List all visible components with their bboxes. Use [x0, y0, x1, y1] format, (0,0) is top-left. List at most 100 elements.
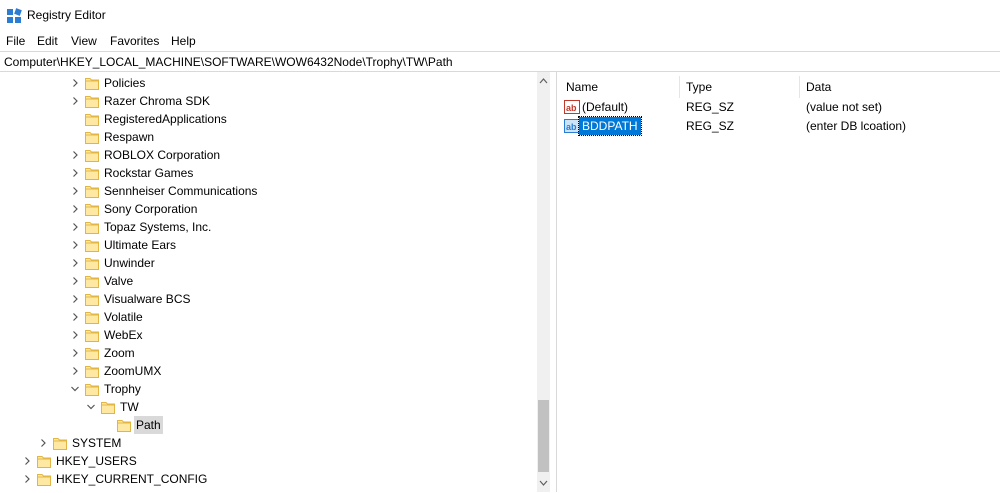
- tree-item-label: Path: [134, 416, 163, 434]
- chevron-right-icon[interactable]: [70, 254, 80, 272]
- chevron-right-icon[interactable]: [22, 452, 32, 470]
- chevron-right-icon[interactable]: [70, 200, 80, 218]
- tree-item[interactable]: Policies: [0, 74, 530, 92]
- column-header-type[interactable]: Type: [686, 76, 712, 98]
- menu-bar: File Edit View Favorites Help: [0, 32, 1002, 50]
- chevron-right-icon[interactable]: [70, 182, 80, 200]
- tree-item[interactable]: Path: [0, 416, 530, 434]
- column-divider[interactable]: [799, 76, 800, 98]
- tree-item-label: Visualware BCS: [104, 292, 191, 306]
- tree-item-label: HKEY_CURRENT_CONFIG: [56, 472, 208, 486]
- tree-item[interactable]: HKEY_USERS: [0, 452, 530, 470]
- tree-item[interactable]: TW: [0, 398, 530, 416]
- tree-item[interactable]: HKEY_CURRENT_CONFIG: [0, 470, 530, 488]
- value-name: (Default): [582, 100, 629, 114]
- menu-favorites[interactable]: Favorites: [109, 34, 160, 48]
- value-row[interactable]: ab (Default) REG_SZ (value not set): [558, 98, 1002, 116]
- tree-item-label: Zoom: [104, 346, 135, 360]
- tree-item[interactable]: Unwinder: [0, 254, 530, 272]
- key-tree[interactable]: Policies Razer Chroma SDK RegisteredApplic…: [0, 72, 553, 492]
- folder-icon: [84, 291, 100, 307]
- chevron-right-icon[interactable]: [22, 470, 32, 488]
- folder-icon: [84, 255, 100, 271]
- chevron-right-icon[interactable]: [70, 164, 80, 182]
- menu-edit[interactable]: Edit: [36, 34, 59, 48]
- tree-item[interactable]: Topaz Systems, Inc.: [0, 218, 530, 236]
- pane-splitter[interactable]: [556, 72, 557, 492]
- tree-item[interactable]: WebEx: [0, 326, 530, 344]
- scroll-down-icon[interactable]: [537, 476, 550, 490]
- tree-item-label: Policies: [104, 76, 146, 90]
- tree-item[interactable]: ZoomUMX: [0, 362, 530, 380]
- tree-item[interactable]: Respawn: [0, 128, 530, 146]
- folder-icon: [84, 363, 100, 379]
- chevron-down-icon[interactable]: [86, 398, 96, 416]
- value-type: REG_SZ: [686, 119, 735, 133]
- chevron-right-icon[interactable]: [70, 272, 80, 290]
- string-value-icon: ab: [564, 118, 580, 134]
- folder-icon: [84, 273, 100, 289]
- tree-item[interactable]: Valve: [0, 272, 530, 290]
- tree-item-label: Respawn: [104, 130, 155, 144]
- chevron-right-icon[interactable]: [70, 236, 80, 254]
- chevron-right-icon[interactable]: [38, 434, 48, 452]
- address-path[interactable]: Computer\HKEY_LOCAL_MACHINE\SOFTWARE\WOW…: [4, 55, 453, 69]
- tree-item-label: Valve: [104, 274, 134, 288]
- tree-item-label: ZoomUMX: [104, 364, 162, 378]
- tree-item-label: Razer Chroma SDK: [104, 94, 211, 108]
- column-divider[interactable]: [679, 76, 680, 98]
- svg-text:ab: ab: [566, 122, 577, 132]
- tree-item[interactable]: ROBLOX Corporation: [0, 146, 530, 164]
- value-type: REG_SZ: [686, 100, 735, 114]
- chevron-right-icon[interactable]: [70, 362, 80, 380]
- folder-icon: [84, 381, 100, 397]
- tree-item[interactable]: Zoom: [0, 344, 530, 362]
- tree-item[interactable]: Ultimate Ears: [0, 236, 530, 254]
- chevron-down-icon[interactable]: [70, 380, 80, 398]
- tree-item[interactable]: Rockstar Games: [0, 164, 530, 182]
- folder-icon: [116, 417, 132, 433]
- menu-view[interactable]: View: [70, 34, 98, 48]
- tree-item-label: ROBLOX Corporation: [104, 148, 221, 162]
- string-value-icon: ab: [564, 99, 580, 115]
- chevron-right-icon[interactable]: [70, 308, 80, 326]
- chevron-right-icon[interactable]: [70, 218, 80, 236]
- chevron-right-icon[interactable]: [70, 92, 80, 110]
- values-list[interactable]: Name Type Data ab (Default) REG_SZ (valu…: [558, 72, 1002, 492]
- svg-text:ab: ab: [566, 103, 577, 113]
- tree-item[interactable]: Sony Corporation: [0, 200, 530, 218]
- tree-item[interactable]: Sennheiser Communications: [0, 182, 530, 200]
- tree-scrollbar[interactable]: [537, 72, 550, 492]
- window-title: Registry Editor: [27, 8, 106, 22]
- chevron-right-icon[interactable]: [70, 74, 80, 92]
- tree-item-label: Trophy: [104, 382, 141, 396]
- folder-icon: [84, 183, 100, 199]
- tree-item[interactable]: SYSTEM: [0, 434, 530, 452]
- tree-item-label: Unwinder: [104, 256, 155, 270]
- tree-item-label: HKEY_USERS: [56, 454, 137, 468]
- tree-item[interactable]: Razer Chroma SDK: [0, 92, 530, 110]
- tree-item-label: Sennheiser Communications: [104, 184, 258, 198]
- tree-item[interactable]: Trophy: [0, 380, 530, 398]
- tree-item[interactable]: Volatile: [0, 308, 530, 326]
- menu-file[interactable]: File: [5, 34, 26, 48]
- scroll-up-icon[interactable]: [537, 74, 550, 88]
- chevron-right-icon[interactable]: [70, 146, 80, 164]
- value-row-selected[interactable]: ab BDDPATH REG_SZ (enter DB lcoation): [558, 116, 1002, 136]
- folder-icon: [52, 435, 68, 451]
- tree-item-label: RegisteredApplications: [104, 112, 227, 126]
- folder-icon: [84, 165, 100, 181]
- tree-item[interactable]: RegisteredApplications: [0, 110, 530, 128]
- scroll-thumb[interactable]: [538, 400, 549, 472]
- tree-item[interactable]: Visualware BCS: [0, 290, 530, 308]
- tree-item-label: Ultimate Ears: [104, 238, 177, 252]
- column-header-data[interactable]: Data: [806, 76, 831, 98]
- menu-help[interactable]: Help: [170, 34, 197, 48]
- chevron-right-icon[interactable]: [70, 326, 80, 344]
- address-bar[interactable]: Computer\HKEY_LOCAL_MACHINE\SOFTWARE\WOW…: [0, 51, 1000, 72]
- tree-item-label: Rockstar Games: [104, 166, 194, 180]
- column-header-name[interactable]: Name: [566, 76, 598, 98]
- value-data: (value not set): [806, 100, 883, 114]
- chevron-right-icon[interactable]: [70, 344, 80, 362]
- chevron-right-icon[interactable]: [70, 290, 80, 308]
